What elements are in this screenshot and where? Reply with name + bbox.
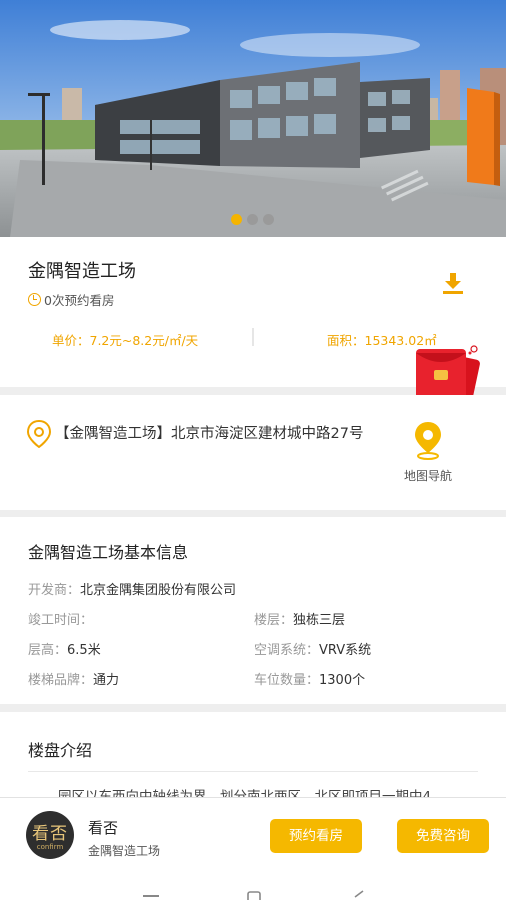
page: 金隅智造工场 0次预约看房 单价：7.2元~8.2元/㎡/天 面积：15343.…: [0, 0, 506, 900]
avatar-logo-subtext: confirm: [36, 843, 64, 851]
floors-value: 独栋三层: [293, 613, 346, 628]
divider: [28, 771, 478, 772]
clock-icon: [28, 293, 41, 306]
booking-count: 0次预约看房: [28, 290, 114, 309]
back-icon[interactable]: [352, 890, 366, 900]
basic-info-heading: 金隅智造工场基本信息: [28, 543, 189, 562]
book-viewing-button[interactable]: 预约看房: [270, 819, 362, 853]
completion-row: 竣工时间：: [28, 609, 93, 628]
height-value: 6.5米: [67, 643, 101, 658]
address-text: 【金隅智造工场】北京市海淀区建材城中路27号: [55, 426, 364, 442]
intro-heading: 楼盘介绍: [28, 741, 93, 760]
elevator-value: 通力: [93, 673, 120, 688]
hero-image: [0, 0, 506, 237]
avatar[interactable]: 看否 confirm: [26, 811, 74, 859]
floors-row: 楼层：独栋三层: [254, 609, 345, 628]
map-pin-icon: [415, 422, 441, 460]
parking-row: 车位数量：1300个: [254, 669, 365, 688]
carousel-indicator[interactable]: [231, 214, 274, 225]
ac-value: VRV系统: [319, 643, 372, 658]
basic-info-card: 金隅智造工场基本信息 开发商：北京金隅集团股份有限公司 竣工时间： 楼层：独栋三…: [0, 517, 506, 704]
avatar-logo-text: 看否: [32, 824, 68, 844]
hero-carousel[interactable]: [0, 0, 506, 237]
developer-label: 开发商：: [28, 583, 81, 598]
carousel-dot-3[interactable]: [263, 214, 274, 225]
map-navigation-label: 地图导航: [403, 469, 452, 483]
bottom-action-bar: 看否 confirm 看否 金隅智造工场 预约看房 免费咨询: [0, 797, 506, 875]
height-row: 层高：6.5米: [28, 639, 101, 658]
parking-value: 1300个: [319, 673, 366, 688]
elevator-row: 楼梯品牌：通力: [28, 669, 119, 688]
home-icon[interactable]: [246, 891, 262, 900]
project-title: 金隅智造工场: [28, 261, 136, 282]
developer-value: 北京金隅集团股份有限公司: [80, 583, 237, 598]
free-consult-button[interactable]: 免费咨询: [397, 819, 489, 853]
ac-row: 空调系统：VRV系统: [254, 639, 371, 658]
booking-count-text: 0次预约看房: [44, 293, 115, 308]
agent-subtitle: 金隅智造工场: [88, 844, 161, 858]
unit-price: 单价：7.2元~8.2元/㎡/天: [52, 333, 199, 348]
carousel-dot-1[interactable]: [231, 214, 242, 225]
system-navigation-bar: [0, 875, 506, 900]
agent-name: 看否: [88, 819, 119, 837]
elevator-label: 楼梯品牌：: [28, 673, 94, 688]
height-label: 层高：: [28, 643, 68, 658]
address-card: 【金隅智造工场】北京市海淀区建材城中路27号 地图导航: [0, 395, 506, 510]
parking-label: 车位数量：: [254, 673, 320, 688]
download-icon[interactable]: [440, 270, 466, 296]
completion-label: 竣工时间：: [28, 613, 94, 628]
developer-row: 开发商：北京金隅集团股份有限公司: [28, 579, 236, 598]
carousel-dot-2[interactable]: [247, 214, 258, 225]
ac-label: 空调系统：: [254, 643, 320, 658]
map-navigation-button[interactable]: 地图导航: [398, 420, 458, 484]
location-pin-icon: [27, 420, 51, 448]
divider: [252, 328, 254, 346]
menu-icon[interactable]: [142, 892, 160, 900]
floors-label: 楼层：: [254, 613, 294, 628]
